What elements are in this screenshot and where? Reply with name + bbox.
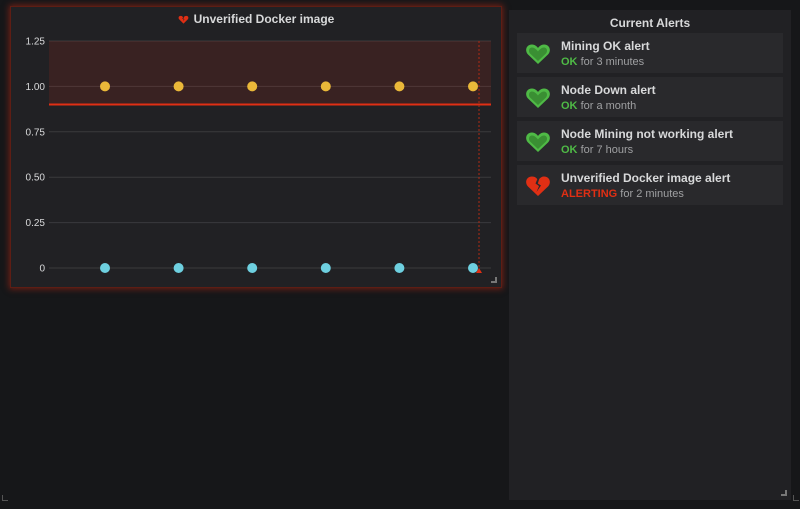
y-tick-label: 0.50	[26, 173, 46, 184]
alert-status: OK for a month	[561, 100, 636, 112]
y-tick-label: 0.75	[26, 127, 46, 138]
alert-item[interactable]: Mining OK alert OK for 3 minutes	[517, 33, 783, 73]
data-point[interactable]	[100, 263, 110, 273]
row-resize-handle[interactable]	[793, 495, 799, 501]
y-axis: 1.25 1.00 0.75 0.50 0.25 0	[26, 37, 46, 275]
panel-resize-handle[interactable]	[491, 277, 497, 283]
chart-area[interactable]: 1.25 1.00 0.75 0.50 0.25 0	[11, 7, 501, 287]
alert-state: OK	[561, 144, 578, 156]
y-tick-label: 1.00	[26, 82, 46, 93]
data-point[interactable]	[320, 263, 331, 273]
alert-name[interactable]: Mining OK alert	[561, 39, 650, 53]
graph-panel[interactable]: Unverified Docker image 1.25 1.00 0.75 0.50…	[10, 6, 502, 288]
alert-name[interactable]: Node Mining not working alert	[561, 127, 733, 141]
alert-status: OK for 7 hours	[561, 144, 633, 156]
alert-item[interactable]: Node Mining not working alert OK for 7 h…	[517, 121, 783, 161]
alert-state: ALERTING	[561, 188, 618, 200]
alert-duration: for 3 minutes	[580, 56, 645, 68]
alert-duration: for 2 minutes	[620, 188, 684, 200]
alert-name[interactable]: Unverified Docker image alert	[561, 171, 730, 185]
alerts-panel-header[interactable]: Current Alerts	[509, 14, 791, 32]
data-point[interactable]	[320, 81, 331, 92]
alert-state: OK	[561, 100, 578, 112]
alert-name[interactable]: Node Down alert	[561, 83, 656, 97]
data-point[interactable]	[247, 81, 258, 92]
alert-item[interactable]: Unverified Docker image alert ALERTING f…	[517, 165, 783, 205]
threshold	[49, 41, 491, 106]
panel-resize-handle[interactable]	[781, 490, 787, 496]
y-tick-label: 1.25	[26, 37, 46, 48]
data-point[interactable]	[100, 81, 110, 92]
broken-heart-icon	[526, 176, 550, 196]
heart-icon	[526, 88, 550, 108]
y-tick-label: 0.25	[26, 218, 46, 229]
data-point[interactable]	[247, 263, 258, 273]
alert-item[interactable]: Node Down alert OK for a month	[517, 77, 783, 117]
data-point[interactable]	[173, 263, 184, 273]
heart-icon	[526, 44, 550, 64]
data-point[interactable]	[173, 81, 184, 92]
alerts-panel-title: Current Alerts	[609, 16, 691, 30]
data-point[interactable]	[468, 263, 478, 273]
alert-status: ALERTING for 2 minutes	[561, 188, 684, 200]
data-point[interactable]	[468, 81, 478, 92]
threshold-region	[49, 41, 491, 105]
alert-duration: for 7 hours	[580, 144, 634, 156]
row-resize-handle[interactable]	[2, 495, 8, 501]
alert-state: OK	[561, 56, 578, 68]
heart-icon	[526, 132, 550, 152]
alert-status: OK for 3 minutes	[561, 56, 644, 68]
alerts-panel: Current Alerts Mining OK alert OK for 3 …	[509, 10, 791, 500]
y-tick-label: 0	[39, 264, 45, 275]
data-point[interactable]	[394, 263, 405, 273]
data-point[interactable]	[394, 81, 405, 92]
alert-duration: for a month	[580, 100, 637, 112]
